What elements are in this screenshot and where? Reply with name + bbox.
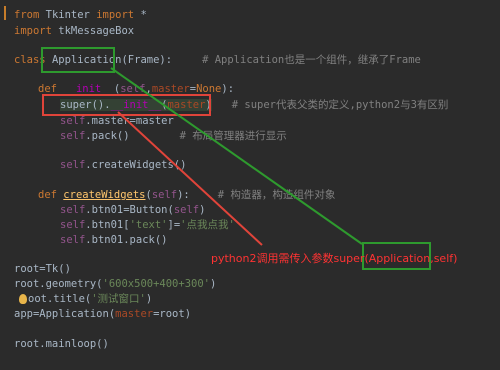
code-editor[interactable]: from Tkinter import * import tkMessageBo… — [0, 0, 500, 370]
red-arrow-line — [117, 111, 263, 246]
green-arrow-line — [110, 67, 363, 245]
arrow-lines — [110, 67, 363, 246]
annotation-text: python2调用需传入参数super(Application,self) — [211, 252, 458, 265]
